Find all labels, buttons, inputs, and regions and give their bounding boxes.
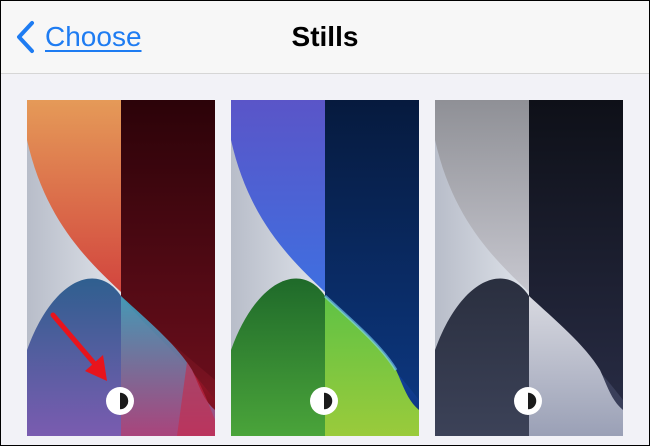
light-dark-mode-icon[interactable] (307, 384, 341, 418)
app-frame: Choose Stills (0, 0, 650, 446)
wallpaper-grid (1, 74, 649, 445)
page-title: Stills (291, 21, 359, 52)
light-dark-mode-icon[interactable] (103, 384, 137, 418)
navigation-bar: Choose Stills (1, 1, 649, 74)
wallpaper-tile-gray[interactable] (435, 100, 623, 436)
wallpaper-tile-blue-green[interactable] (231, 100, 419, 436)
light-dark-mode-icon[interactable] (511, 384, 545, 418)
wallpaper-tile-red[interactable] (27, 100, 215, 436)
